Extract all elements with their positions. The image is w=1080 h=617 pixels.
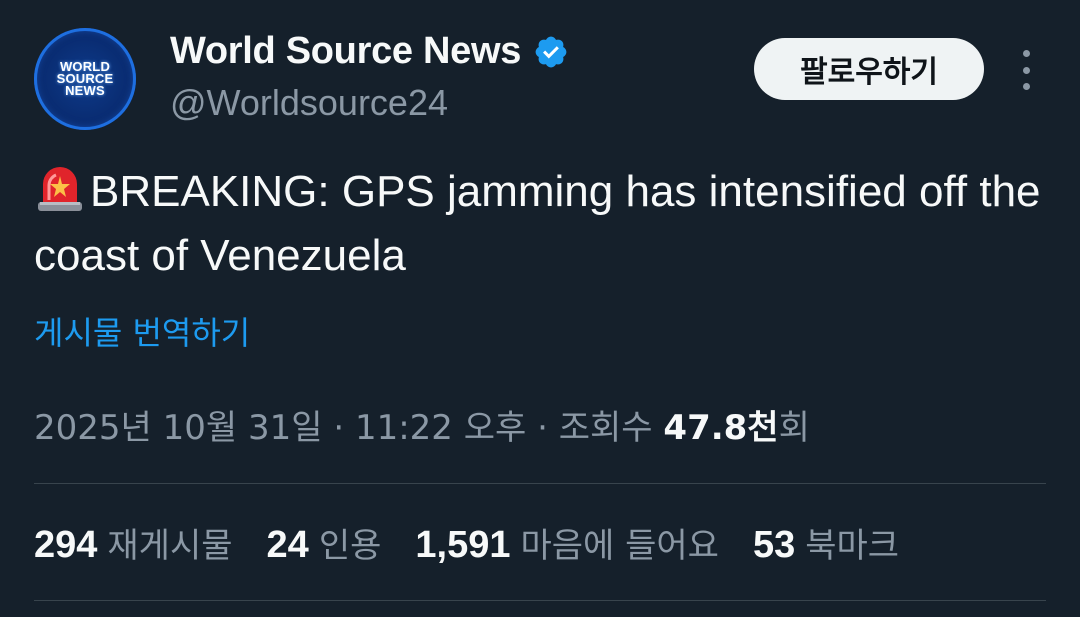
stat-quotes[interactable]: 24 인용 <box>267 518 382 567</box>
meta-separator: · <box>526 408 559 448</box>
tweet-text: BREAKING: GPS jamming has intensified of… <box>34 160 1044 288</box>
siren-emoji-icon <box>38 167 82 211</box>
tweet-meta: 2025년 10월 31일 · 11:22 오후 · 조회수 47.8천회 <box>34 400 810 449</box>
views-label: 조회수 <box>558 408 653 448</box>
divider-top <box>34 483 1046 484</box>
views-suffix: 회 <box>778 408 810 448</box>
engagement-stats: 294 재게시물 24 인용 1,591 마음에 들어요 53 북마크 <box>34 518 899 567</box>
tweet-time[interactable]: 11:22 오후 <box>355 408 526 448</box>
more-options-icon[interactable] <box>1014 50 1038 90</box>
divider-bottom <box>34 600 1046 601</box>
author-avatar[interactable]: WORLD SOURCE NEWS <box>34 28 136 130</box>
author-name-row: World Source News <box>170 30 569 73</box>
follow-button[interactable]: 팔로우하기 <box>754 38 984 100</box>
views-count[interactable]: 47.8천 <box>663 408 778 448</box>
avatar-logo-text: WORLD SOURCE NEWS <box>56 59 114 98</box>
author-handle[interactable]: @Worldsource24 <box>170 82 448 124</box>
tweet-body: BREAKING: GPS jamming has intensified of… <box>34 167 1041 280</box>
translate-post-link[interactable]: 게시물 번역하기 <box>34 308 250 354</box>
stat-bookmarks[interactable]: 53 북마크 <box>753 518 899 567</box>
stat-likes[interactable]: 1,591 마음에 들어요 <box>415 518 719 567</box>
stat-reposts[interactable]: 294 재게시물 <box>34 518 233 567</box>
verified-badge-icon[interactable] <box>533 34 569 70</box>
author-display-name[interactable]: World Source News <box>170 30 521 73</box>
meta-separator: · <box>322 408 355 448</box>
tweet-date[interactable]: 2025년 10월 31일 <box>34 408 323 448</box>
